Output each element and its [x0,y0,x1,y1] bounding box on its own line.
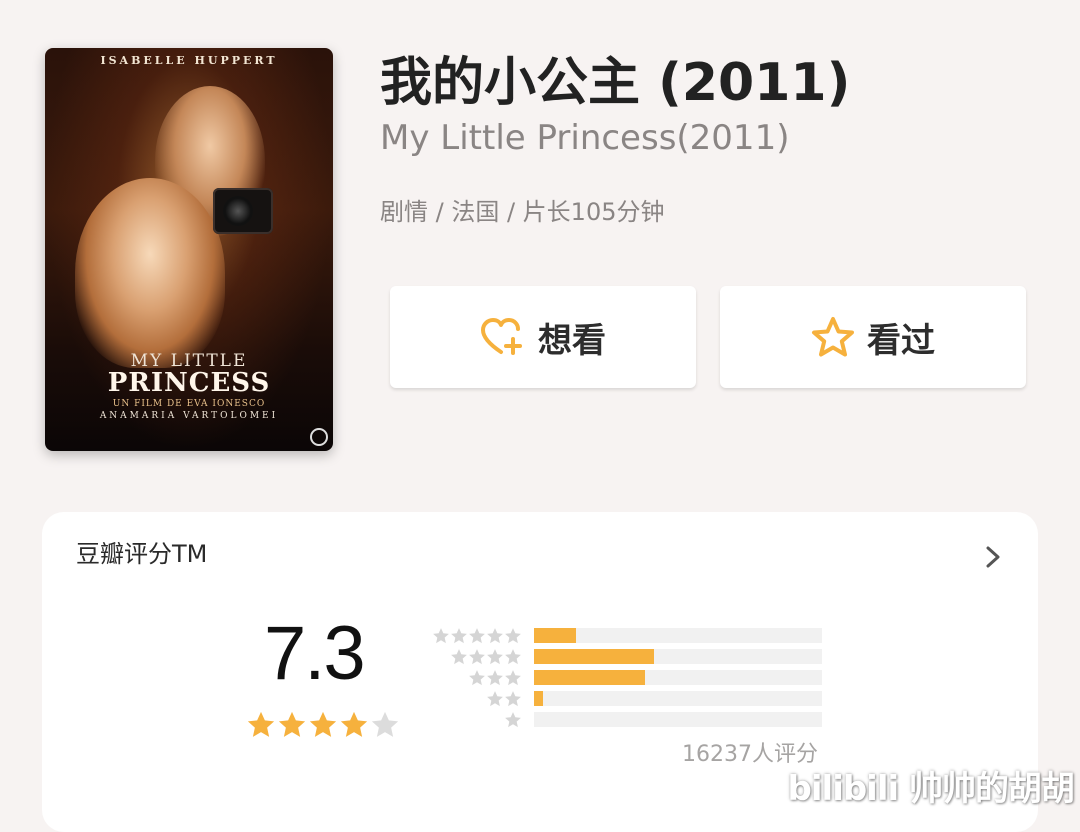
distribution-bar-fill [534,670,645,685]
poster-subtitle: UN FILM DE EVA IONESCO [112,399,266,409]
bilibili-watermark: bilibili 帅帅的胡胡 [787,769,1075,809]
rating-section-title: 豆瓣评分TM [76,540,208,568]
distribution-row-5-star [432,626,822,647]
grey-star-icon [487,628,503,644]
poster-figure-girl [75,178,225,368]
poster-actor: ANAMARIA VARTOLOMEI [99,411,279,421]
grey-star-icon [433,628,449,644]
distribution-bar-fill [534,691,543,706]
distribution-stars [432,627,522,645]
grey-star-icon [505,691,521,707]
poster-camera [213,188,273,234]
grey-star-icon [487,691,503,707]
distribution-bar [534,649,822,664]
rating-stars [246,710,400,740]
grey-star-icon [451,649,467,665]
distribution-bar [534,691,822,706]
grey-star-icon [451,628,467,644]
distribution-bar [534,670,822,685]
grey-star-icon [505,628,521,644]
star-outline-icon [811,316,855,358]
grey-star-icon [487,649,503,665]
watched-button[interactable]: 看过 [720,286,1026,388]
movie-meta: 剧情 / 法国 / 片长105分钟 [380,198,665,226]
distribution-row-3-star [432,668,822,689]
distribution-stars [432,648,522,666]
movie-original-title: My Little Princess(2011) [380,118,790,158]
grey-star-icon [469,649,485,665]
distribution-bar-fill [534,628,576,643]
star-filled-icon [278,711,306,737]
star-empty-icon [371,711,399,737]
grey-star-icon [469,628,485,644]
star-filled-icon [309,711,337,737]
movie-poster[interactable]: ISABELLE HUPPERT MY LITTLE PRINCESS UN F… [45,48,333,451]
distribution-row-4-star [432,647,822,668]
rating-distribution [432,626,822,731]
want-to-watch-button[interactable]: 想看 [390,286,696,388]
movie-title: 我的小公主 (2011) [380,53,851,113]
distribution-row-2-star [432,689,822,710]
distribution-bar [534,712,822,727]
grey-star-icon [505,649,521,665]
distribution-bar-fill [534,649,654,664]
grey-star-icon [487,670,503,686]
distribution-stars [432,669,522,687]
want-to-watch-label: 想看 [538,320,606,361]
chevron-right-icon[interactable] [982,540,1006,574]
distribution-bar [534,628,822,643]
distribution-stars [432,711,522,729]
distribution-stars [432,690,522,708]
poster-top-credit: ISABELLE HUPPERT [100,54,278,67]
grey-star-icon [505,670,521,686]
grey-star-icon [505,712,521,728]
rating-score: 7.3 [264,611,366,696]
poster-title-line2: PRINCESS [107,368,271,398]
watched-label: 看过 [867,320,935,361]
star-filled-icon [340,711,368,737]
distribution-row-1-star [432,710,822,731]
poster-studio-logo [310,428,328,446]
grey-star-icon [469,670,485,686]
star-filled-icon [247,711,275,737]
heart-plus-icon [480,317,526,357]
